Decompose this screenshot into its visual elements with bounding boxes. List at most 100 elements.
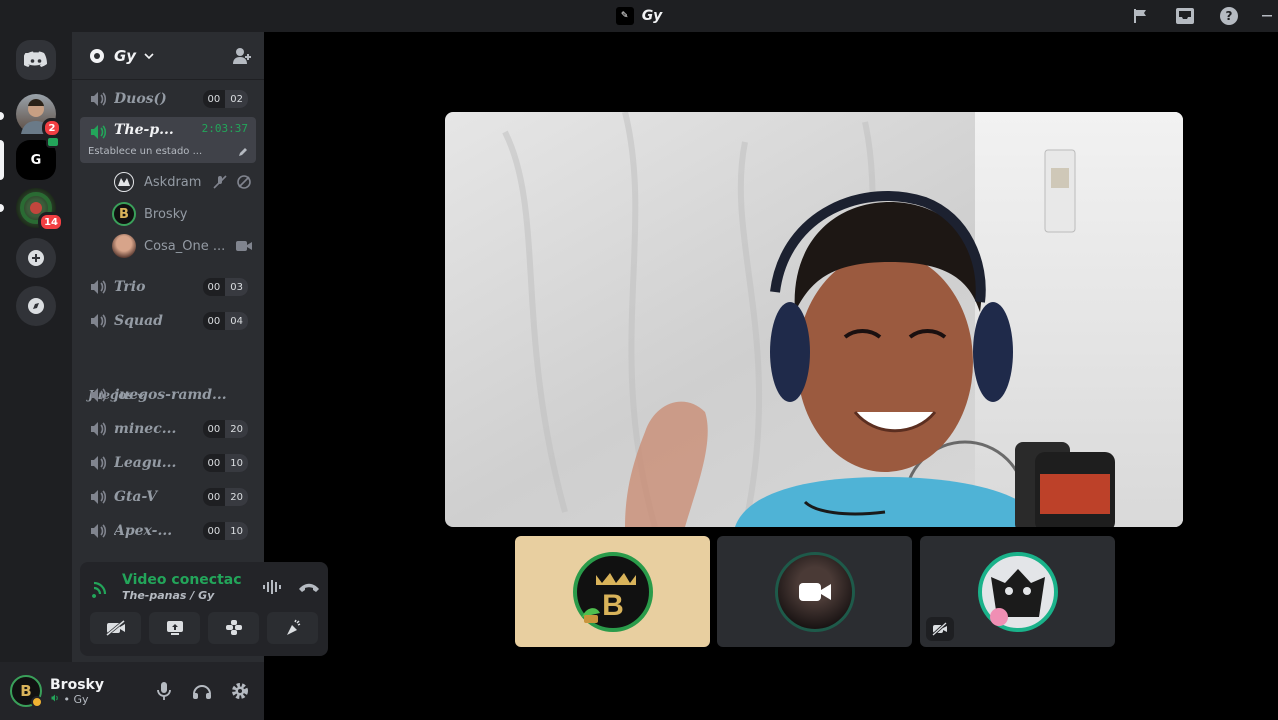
voice-channel-juegos-ramd[interactable]: juegos-ramd... xyxy=(80,380,256,410)
voice-channel-league[interactable]: Leagu... 00 10 xyxy=(80,448,256,478)
main-video-feed[interactable] xyxy=(445,112,1183,527)
server-badge-icon: ✎ xyxy=(615,7,634,25)
camera-toggle-button[interactable] xyxy=(90,612,141,644)
user-count: 00 xyxy=(207,491,221,503)
connection-signal-icon[interactable] xyxy=(90,576,112,598)
voice-channel-duos[interactable]: Duos() 00 02 xyxy=(80,84,256,114)
discord-home-icon[interactable] xyxy=(16,40,56,80)
participant-tile-cosa-one[interactable] xyxy=(717,536,912,647)
discover-icon[interactable] xyxy=(16,286,56,326)
user-count: 00 xyxy=(207,315,221,327)
channel-name: Squad xyxy=(114,313,163,329)
svg-text:B: B xyxy=(602,589,624,622)
user-limit: 00 03 xyxy=(202,278,248,296)
voice-channel-the-panas[interactable]: The-p... 2:03:37 Establece un estado ... xyxy=(80,117,256,163)
avatar xyxy=(112,234,136,258)
speaker-icon xyxy=(91,388,107,402)
server-header[interactable]: Gy xyxy=(72,32,264,80)
pencil-icon[interactable] xyxy=(238,147,248,157)
participant-tile-brosky[interactable]: B xyxy=(515,536,710,647)
server-name: Gy xyxy=(114,46,137,65)
voice-connected-panel: Video conectac The-panas / Gy xyxy=(80,562,328,656)
user-info[interactable]: Brosky • Gy xyxy=(50,677,148,706)
voice-user-brosky[interactable]: B Brosky xyxy=(112,199,252,229)
channel-name: minec... xyxy=(114,421,177,437)
askdram-avatar-icon xyxy=(989,568,1045,626)
voice-channel-path[interactable]: The-panas / Gy xyxy=(122,589,262,602)
user-name: Brosky xyxy=(50,676,104,693)
user-limit: 00 04 xyxy=(202,312,248,330)
unread-pill-2 xyxy=(0,204,4,212)
user-avatar[interactable]: B xyxy=(10,675,43,708)
channel-status[interactable]: Establece un estado ... xyxy=(88,146,202,157)
title-text: Gy xyxy=(641,8,663,24)
user-limit-max: 02 xyxy=(225,90,248,108)
dm-avatar[interactable]: 2 xyxy=(16,94,62,138)
participant-avatar: B xyxy=(572,551,653,632)
minimize-icon[interactable] xyxy=(1262,5,1272,27)
voice-channel-squad[interactable]: Squad 00 04 xyxy=(80,306,256,336)
add-server-icon[interactable] xyxy=(16,238,56,278)
speaker-active-icon xyxy=(91,125,107,139)
noise-suppression-icon[interactable] xyxy=(262,579,284,595)
soundboard-button[interactable] xyxy=(267,612,318,644)
channel-name: Duos() xyxy=(114,91,167,107)
server-gy-icon[interactable]: G xyxy=(16,136,60,180)
user-count: 00 xyxy=(207,93,221,105)
speaker-icon xyxy=(91,456,107,470)
user-panel: B Brosky • Gy xyxy=(0,662,264,720)
user-settings-button[interactable] xyxy=(224,675,256,707)
user-count: 00 xyxy=(207,457,221,469)
mic-muted-icon xyxy=(213,175,227,189)
flag-icon[interactable] xyxy=(1130,5,1152,27)
participant-tile-askdram[interactable] xyxy=(920,536,1115,647)
user-limit-max: 03 xyxy=(225,278,248,296)
activities-button[interactable] xyxy=(208,612,259,644)
user-count: 00 xyxy=(207,423,221,435)
user-name: Askdram xyxy=(144,174,202,190)
headphones-icon xyxy=(193,685,211,699)
user-limit: 00 20 xyxy=(202,488,248,506)
server-3-icon[interactable]: 14 xyxy=(16,188,64,232)
voice-channel-trio[interactable]: Trio 00 03 xyxy=(80,272,256,302)
dm-badge: 2 xyxy=(42,118,62,138)
speaker-icon xyxy=(91,314,107,328)
voice-channel-minec[interactable]: minec... 00 20 xyxy=(80,414,256,444)
user-limit-max: 20 xyxy=(225,488,248,506)
user-limit: 00 10 xyxy=(202,522,248,540)
title-bar: ✎ Gy ? xyxy=(0,0,1278,32)
screen-share-icon xyxy=(166,621,183,635)
voice-user-askdram[interactable]: Askdram xyxy=(112,167,252,197)
deafen-button[interactable] xyxy=(186,675,218,707)
inbox-icon[interactable] xyxy=(1174,5,1196,27)
user-name: Brosky xyxy=(144,206,188,222)
speaker-icon xyxy=(91,524,107,538)
invite-people-icon[interactable] xyxy=(232,46,252,66)
mic-button[interactable] xyxy=(148,675,180,707)
help-icon[interactable]: ? xyxy=(1218,5,1240,27)
screen-share-button[interactable] xyxy=(149,612,200,644)
voice-status-title: Video conectac xyxy=(122,572,242,588)
unread-pill xyxy=(0,112,4,120)
user-limit-max: 20 xyxy=(225,420,248,438)
speaker-active-icon xyxy=(51,694,58,701)
voice-channel-gta-v[interactable]: Gta-V 00 20 xyxy=(80,482,256,512)
user-limit-max: 10 xyxy=(225,522,248,540)
soundboard-icon xyxy=(286,619,300,635)
avatar xyxy=(112,170,136,194)
stage-indicator-icon xyxy=(46,136,60,148)
speaker-icon xyxy=(91,280,107,294)
server-rail: 2 G 14 xyxy=(0,32,72,720)
disconnect-icon[interactable] xyxy=(298,581,320,593)
channel-name: Leagu... xyxy=(114,455,177,471)
video-camera-icon xyxy=(798,582,831,601)
speaker-icon xyxy=(91,490,107,504)
server-3-badge: 14 xyxy=(38,212,64,232)
voice-channel-apex[interactable]: Apex-... 00 10 xyxy=(80,516,256,546)
webcam-stream xyxy=(445,112,1183,527)
server-gy-glyph: G xyxy=(30,152,42,168)
user-limit-max: 04 xyxy=(225,312,248,330)
channel-name: juegos-ramd... xyxy=(114,387,227,403)
camera-off-icon xyxy=(932,622,948,636)
voice-user-cosa-one[interactable]: Cosa_One ... xyxy=(112,231,252,261)
